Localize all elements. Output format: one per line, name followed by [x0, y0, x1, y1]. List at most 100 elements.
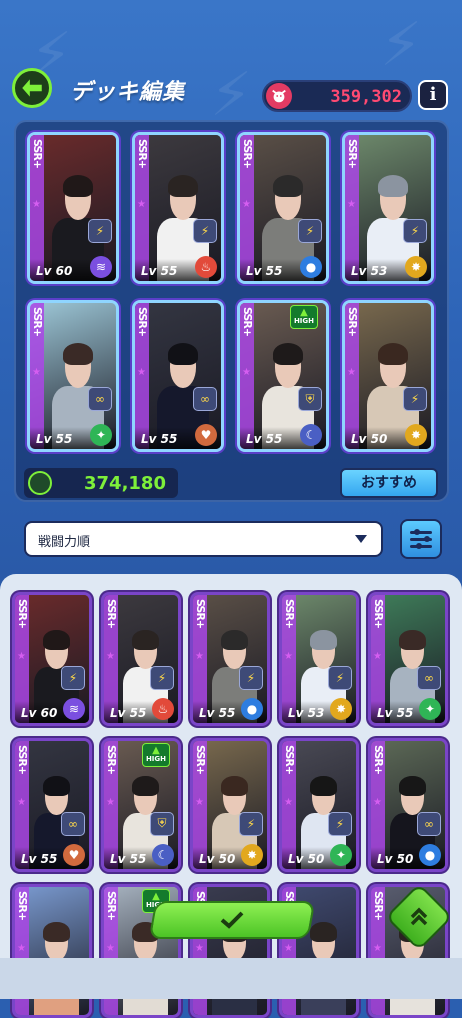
star-icon: ★ [284, 943, 293, 955]
card-level: Lv 60 [21, 706, 58, 720]
deck-card[interactable]: SSR+ ★ Lv 55 ⛨ ☾ HIGH [237, 300, 329, 452]
back-button[interactable] [12, 68, 52, 108]
bond-icon: ∞ [88, 387, 112, 411]
sort-dropdown[interactable]: 戦闘力順 [24, 521, 383, 557]
lightning-icon: ⚡ [403, 387, 427, 411]
rarity-label: SSR+ [241, 139, 254, 169]
star-icon: ★ [373, 943, 382, 955]
rarity-label: SSR+ [283, 745, 296, 775]
rarity-label: SSR+ [31, 139, 44, 169]
water-attribute-icon: ● [419, 844, 441, 866]
lightning-icon: ⚡ [239, 811, 263, 836]
collection-card[interactable]: SSR+ ★ Lv 50 ⚡ ✸ [190, 738, 270, 872]
light-attribute-icon: ✸ [405, 424, 427, 446]
collection-card[interactable]: SSR+ ★ Lv 55 ⚡ ● [190, 592, 270, 726]
rarity-label: SSR+ [16, 745, 29, 775]
arrow-left-icon [22, 79, 42, 97]
star-icon: ★ [284, 651, 293, 663]
rarity-label: SSR+ [372, 599, 385, 629]
rarity-label: SSR+ [283, 599, 296, 629]
power-shield-icon [28, 471, 52, 495]
deck-power-value: 374,180 [84, 473, 166, 494]
lightning-icon: ⚡ [88, 219, 112, 243]
high-badge-icon: HIGH [142, 741, 170, 767]
deck-card[interactable]: SSR+ ★ Lv 53 ⚡ ✸ [342, 132, 434, 284]
card-level: Lv 60 [36, 264, 73, 278]
card-level: Lv 55 [110, 852, 147, 866]
collection-card[interactable]: SSR+ ★ Lv 50 ⚡ ✦ [279, 738, 359, 872]
water-attribute-icon: ● [300, 256, 322, 278]
card-level: Lv 55 [36, 432, 73, 446]
confirm-button[interactable] [148, 901, 316, 939]
currency-display: 359,302 [262, 80, 412, 112]
sort-dropdown-label: 戦闘力順 [38, 535, 91, 550]
deck-card[interactable]: SSR+ ★ Lv 50 ⚡ ✸ [342, 300, 434, 452]
double-chevron-up-icon [410, 907, 428, 926]
collection-card[interactable]: SSR+ ★ Lv 55 ⚡ ♨ [101, 592, 181, 726]
card-level: Lv 50 [351, 432, 388, 446]
shield-icon: ⛨ [150, 811, 174, 836]
star-icon: ★ [32, 198, 41, 210]
wind-attribute-icon: ≋ [63, 698, 85, 720]
recommend-button[interactable]: おすすめ [340, 468, 438, 498]
card-level: Lv 53 [288, 706, 325, 720]
card-level: Lv 55 [246, 432, 283, 446]
lightning-icon: ⚡ [193, 219, 217, 243]
lightning-icon: ⚡ [328, 811, 352, 836]
star-icon: ★ [32, 366, 41, 378]
star-icon: ★ [17, 797, 26, 809]
collection-card[interactable]: SSR+ ★ Lv 55 ∞ ♥ [12, 738, 92, 872]
moon-attribute-icon: ☾ [300, 424, 322, 446]
checkmark-icon [220, 911, 244, 929]
heart-attribute-icon: ♥ [63, 844, 85, 866]
card-level: Lv 55 [141, 264, 178, 278]
collection-card[interactable]: SSR+ ★ Lv 55 ∞ ✦ [368, 592, 448, 726]
rarity-label: SSR+ [105, 891, 118, 921]
star-icon: ★ [195, 943, 204, 955]
lightning-icon: ⚡ [239, 665, 263, 690]
deck-card[interactable]: SSR+ ★ Lv 60 ⚡ ≋ [27, 132, 119, 284]
card-level: Lv 55 [377, 706, 414, 720]
card-level: Lv 50 [377, 852, 414, 866]
fire-attribute-icon: ♨ [195, 256, 217, 278]
lightning-icon: ⚡ [298, 219, 322, 243]
deck-card[interactable]: SSR+ ★ Lv 55 ∞ ♥ [132, 300, 224, 452]
star-icon: ★ [17, 943, 26, 955]
star-icon: ★ [347, 366, 356, 378]
light-attribute-icon: ✸ [405, 256, 427, 278]
card-level: Lv 55 [246, 264, 283, 278]
deck-card[interactable]: SSR+ ★ Lv 55 ⚡ ● [237, 132, 329, 284]
star-icon: ★ [106, 943, 115, 955]
filter-button[interactable] [400, 519, 442, 559]
rarity-label: SSR+ [105, 745, 118, 775]
shield-icon: ⛨ [298, 387, 322, 411]
bond-icon: ∞ [193, 387, 217, 411]
leaf-attribute-icon: ✦ [330, 844, 352, 866]
collection-card[interactable]: SSR+ ★ Lv 55 ⛨ ☾ HIGH [101, 738, 181, 872]
lightning-decor-icon: ⚡ [380, 10, 423, 80]
collection-card[interactable]: SSR+ ★ Lv 60 ⚡ ≋ [12, 592, 92, 726]
leaf-attribute-icon: ✦ [90, 424, 112, 446]
card-level: Lv 55 [141, 432, 178, 446]
card-level: Lv 53 [351, 264, 388, 278]
rarity-label: SSR+ [136, 139, 149, 169]
rarity-label: SSR+ [194, 599, 207, 629]
star-icon: ★ [284, 797, 293, 809]
heart-attribute-icon: ♥ [195, 424, 217, 446]
lightning-icon: ⚡ [61, 665, 85, 690]
rarity-label: SSR+ [16, 891, 29, 921]
leaf-attribute-icon: ✦ [419, 698, 441, 720]
card-level: Lv 50 [199, 852, 236, 866]
deck-card[interactable]: SSR+ ★ Lv 55 ∞ ✦ [27, 300, 119, 452]
fire-attribute-icon: ♨ [152, 698, 174, 720]
info-button[interactable]: i [418, 80, 448, 110]
star-icon: ★ [242, 198, 251, 210]
collection-card[interactable]: SSR+ ★ Lv 53 ⚡ ✸ [279, 592, 359, 726]
bottom-bar [0, 958, 462, 999]
star-icon: ★ [106, 797, 115, 809]
lightning-icon: ⚡ [328, 665, 352, 690]
deck-card[interactable]: SSR+ ★ Lv 55 ⚡ ♨ [132, 132, 224, 284]
rarity-label: SSR+ [194, 745, 207, 775]
star-icon: ★ [137, 198, 146, 210]
collection-card[interactable]: SSR+ ★ Lv 50 ∞ ● [368, 738, 448, 872]
